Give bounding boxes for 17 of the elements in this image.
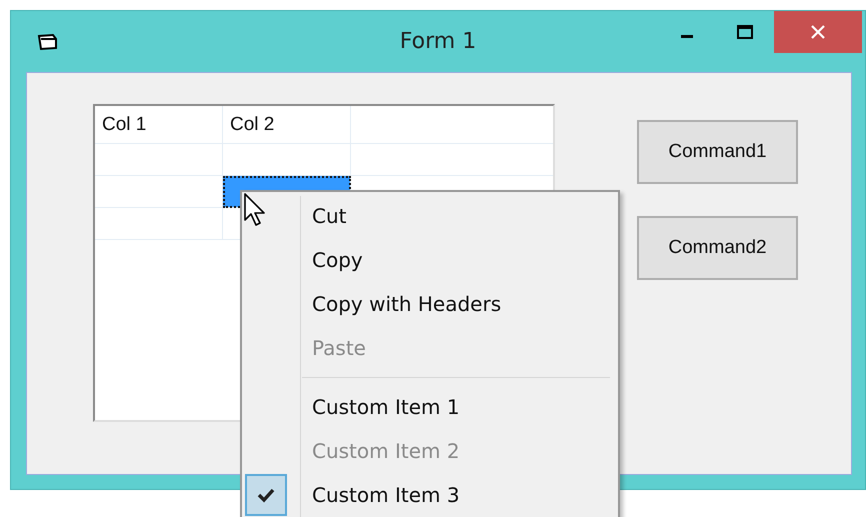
window-icon [37,32,59,50]
table-cell[interactable] [95,144,223,176]
column-header[interactable]: Col 1 [95,106,223,144]
column-header[interactable]: Col 2 [223,106,351,144]
command-button[interactable]: Command2 [637,216,798,280]
menu-item[interactable]: Custom Item 1 [312,395,460,419]
maximize-icon [736,24,754,40]
menu-item[interactable]: Copy [312,248,363,272]
close-icon [810,24,826,40]
mouse-pointer-icon [243,192,267,228]
menu-item[interactable]: Cut [312,204,346,228]
command-button[interactable]: Command1 [637,120,798,184]
minimize-icon [681,34,693,38]
menu-item[interactable]: Custom Item 3 [312,483,460,507]
table-cell[interactable] [95,208,223,240]
menu-item[interactable]: Copy with Headers [312,292,502,316]
window-title: Form 1 [400,29,476,54]
